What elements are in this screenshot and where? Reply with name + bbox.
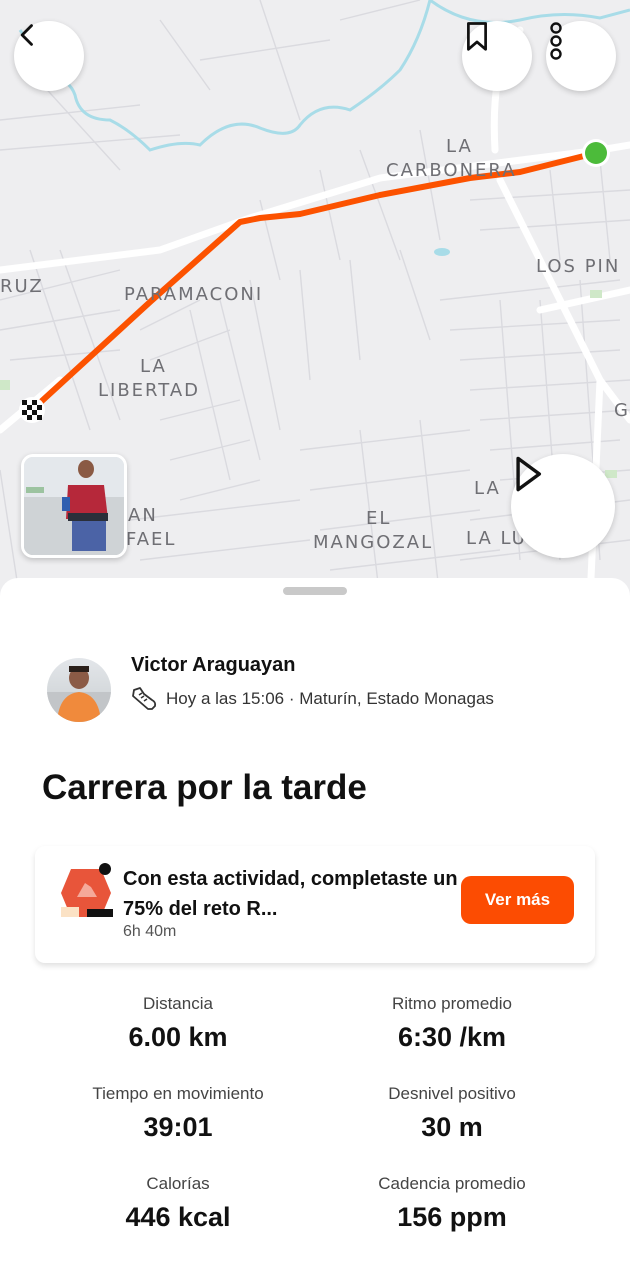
stat-value: 156 ppm — [397, 1202, 507, 1232]
map-label: CARBONERA — [386, 160, 517, 181]
activity-time-location: Hoy a las 15:06 · Maturín, Estado Monaga… — [166, 689, 494, 708]
map-label: EL — [366, 508, 392, 529]
stat-label: Calorías — [146, 1174, 210, 1193]
map-label: LOS PIN — [536, 256, 621, 277]
map-label: MANGOZAL — [313, 532, 434, 553]
stat-value: 6:30 /km — [397, 1022, 507, 1052]
route-map[interactable]: LA CARBONERA LOS PIN RUZ PARAMACONI LA L… — [0, 0, 630, 600]
stat-value: 6.00 km — [128, 1022, 228, 1052]
more-vertical-icon — [550, 22, 562, 60]
chevron-left-icon — [20, 24, 33, 46]
map-label: LA — [446, 136, 473, 157]
map-label: LA — [474, 478, 501, 499]
bookmark-icon — [467, 22, 487, 51]
play-icon — [516, 456, 542, 492]
map-label: PARAMACONI — [124, 284, 264, 305]
athlete-name[interactable]: Victor Araguayan — [131, 654, 296, 677]
challenge-progress-card[interactable]: Con esta actividad, completaste un 75% d… — [35, 846, 595, 963]
map-label: RUZ — [0, 276, 44, 297]
challenge-remaining-time: 6h 40m — [123, 923, 177, 940]
map-label: LIBERTAD — [98, 380, 201, 401]
stat-elevation-gain: Desnivel positivo 30 m — [302, 1084, 602, 1143]
route-finish-marker — [19, 397, 45, 423]
map-label: G — [614, 400, 630, 421]
stat-label: Desnivel positivo — [388, 1084, 516, 1103]
avatar[interactable] — [47, 658, 111, 722]
challenge-text: Con esta actividad, completaste un 75% d… — [123, 868, 458, 920]
sheet-drag-handle[interactable] — [283, 587, 347, 595]
map-label: FAEL — [126, 529, 177, 550]
see-more-button[interactable]: Ver más — [461, 876, 574, 924]
activity-title: Carrera por la tarde — [42, 768, 367, 807]
stat-average-pace: Ritmo promedio 6:30 /km — [302, 994, 602, 1053]
activity-meta: Hoy a las 15:06 · Maturín, Estado Monaga… — [130, 686, 494, 712]
stat-value: 30 m — [421, 1112, 483, 1142]
activity-photo — [24, 457, 124, 555]
stat-label: Ritmo promedio — [392, 994, 512, 1013]
bookmark-button[interactable] — [462, 21, 532, 91]
map-label: LA — [140, 356, 167, 377]
stat-value: 446 kcal — [125, 1202, 231, 1232]
stat-moving-time: Tiempo en movimiento 39:01 — [28, 1084, 328, 1143]
more-options-button[interactable] — [546, 21, 616, 91]
activity-details-sheet: Victor Araguayan Hoy a las 15:06 · Matur… — [0, 578, 630, 1280]
stat-label: Tiempo en movimiento — [92, 1084, 264, 1103]
activity-photo-thumbnail[interactable] — [21, 454, 127, 558]
play-flyover-button[interactable] — [511, 454, 615, 558]
stat-calories: Calorías 446 kcal — [28, 1174, 328, 1233]
back-button[interactable] — [14, 21, 84, 91]
route-line — [29, 150, 599, 413]
stat-value: 39:01 — [143, 1112, 213, 1142]
challenge-badge-icon — [57, 863, 117, 923]
stat-label: Distancia — [143, 994, 213, 1013]
run-shoe-icon — [132, 687, 157, 710]
map-label: AN — [128, 505, 158, 526]
stat-label: Cadencia promedio — [378, 1174, 526, 1193]
stat-distance: Distancia 6.00 km — [28, 994, 328, 1053]
stat-average-cadence: Cadencia promedio 156 ppm — [302, 1174, 602, 1233]
